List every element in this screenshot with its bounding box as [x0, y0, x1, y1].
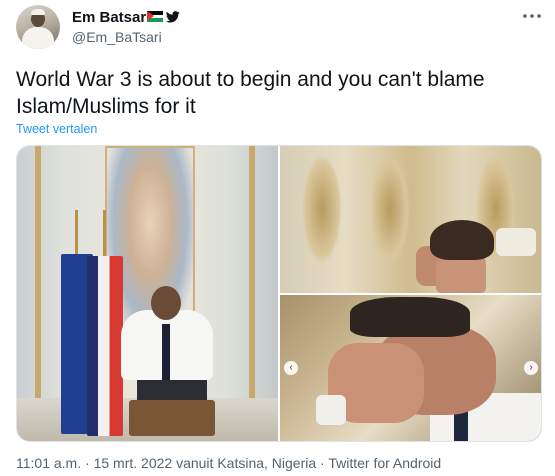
more-options-icon[interactable]: [522, 12, 542, 20]
tweet-text: World War 3 is about to begin and you ca…: [16, 68, 485, 118]
photo-macron-closeup[interactable]: ‹ ›: [280, 295, 541, 441]
translate-tweet-link[interactable]: Tweet vertalen: [16, 122, 97, 136]
flag-pole: [103, 210, 106, 256]
avatar-figure: [22, 27, 54, 49]
figure-tie: [162, 324, 170, 380]
wall-ornament: [302, 154, 342, 264]
avatar[interactable]: [16, 5, 60, 49]
display-name[interactable]: Em Batsari: [72, 9, 150, 26]
separator: ·: [85, 455, 94, 471]
tweet-timestamp-date[interactable]: 15 mrt. 2022: [94, 455, 173, 471]
desk-chair: [129, 400, 215, 436]
palestine-flag-icon: [147, 11, 163, 22]
tweet-metadata: 11:01 a.m. · 15 mrt. 2022 vanuit Katsina…: [16, 455, 441, 471]
previous-image-button[interactable]: ‹: [284, 361, 298, 375]
avatar-cap: [31, 9, 45, 15]
photo-macron-head-in-hand[interactable]: [280, 146, 541, 293]
france-flag: [87, 256, 123, 436]
figure-hair: [350, 297, 470, 337]
shirt-cuff: [316, 395, 346, 425]
tweet-location[interactable]: vanuit Katsina, Nigeria: [176, 455, 316, 471]
tweet-client[interactable]: Twitter for Android: [328, 455, 441, 471]
tweet-timestamp-time[interactable]: 11:01 a.m.: [16, 455, 81, 471]
next-image-button[interactable]: ›: [524, 361, 538, 375]
media-grid: ‹ ›: [16, 145, 542, 442]
user-handle[interactable]: @Em_BaTsari: [72, 29, 162, 45]
flag-pole: [75, 210, 78, 256]
figure-head: [151, 286, 181, 320]
twitter-bird-icon: [166, 11, 180, 23]
lamp: [496, 228, 536, 256]
wall-ornament: [370, 154, 410, 264]
figure-hair: [430, 220, 494, 260]
photo-macron-standing[interactable]: [17, 146, 278, 441]
